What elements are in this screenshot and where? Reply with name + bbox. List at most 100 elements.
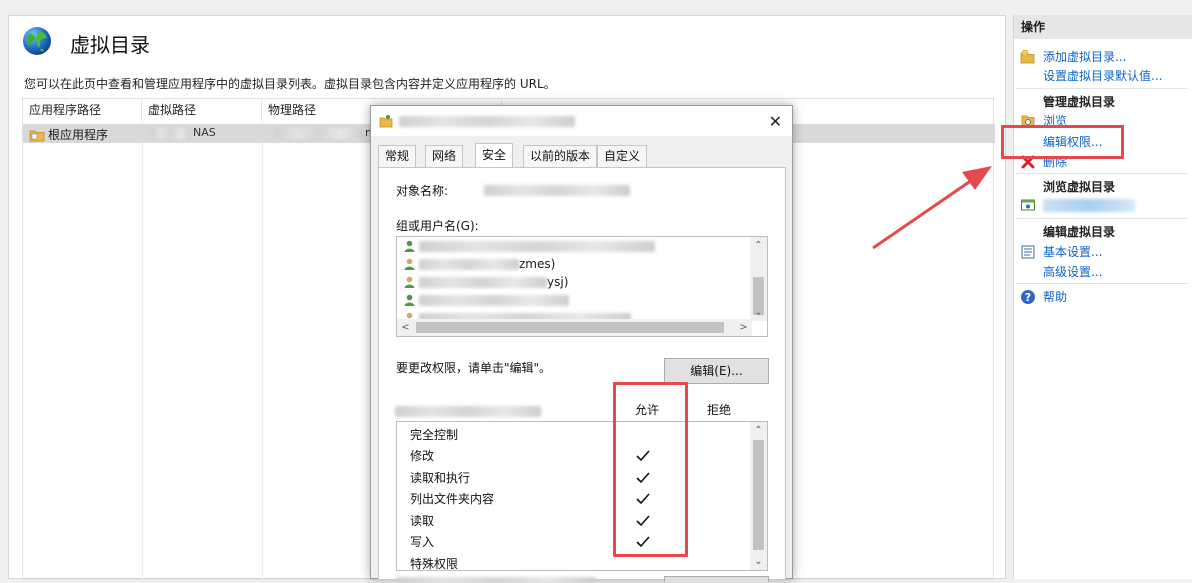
user-list-hscrollbar[interactable]: < > [397,319,752,336]
check-icon [636,450,650,462]
settings-icon [1020,244,1036,260]
section-divider [1016,173,1188,174]
browse-link[interactable]: 浏览 [1043,112,1067,129]
list-item[interactable]: ysj) [404,275,568,289]
page-description: 您可以在此页中查看和管理应用程序中的虚拟目录列表。虚拟目录包含内容并定义应用程序… [24,77,556,91]
chevron-right-icon[interactable]: > [735,319,752,336]
list-item[interactable] [404,293,569,307]
browse-vdir-icon [1020,197,1036,213]
folder-user-icon [379,115,393,128]
advanced-settings-action[interactable]: 高级设置... [1043,263,1102,280]
user-name: zmes) [519,257,556,271]
browse-vdir-action[interactable] [1020,197,1135,213]
tab-network[interactable]: 网络 [425,145,464,167]
user-icon [404,276,415,288]
delete-icon [1020,154,1036,170]
user-icon [404,240,415,252]
delete-action[interactable]: 删除 [1020,153,1067,170]
tab-general[interactable]: 常规 [378,145,417,167]
allow-column-header: 允许 [635,403,660,417]
redacted-user [419,258,519,270]
column-header-app-path[interactable]: 应用程序路径 [23,99,142,121]
check-icon [636,536,650,548]
app-path-text: 根应用程序 [48,128,109,142]
user-list-vscrollbar[interactable]: ⌃ ⌄ [750,237,767,321]
section-manage-virtual-directory: 管理虚拟目录 [1043,95,1116,109]
permission-special: 特殊权限 [410,557,459,571]
actions-header: 操作 [1014,15,1192,39]
check-icon [636,472,650,484]
section-divider [1016,218,1188,219]
redacted-link[interactable] [1043,198,1135,212]
check-icon [636,493,650,505]
set-defaults-link[interactable]: 设置虚拟目录默认值... [1043,67,1162,84]
chevron-down-icon[interactable]: ⌄ [750,304,767,321]
tab-custom[interactable]: 自定义 [597,145,648,167]
basic-settings-action[interactable]: 基本设置... [1020,243,1102,260]
column-header-virtual-path[interactable]: 虚拟路径 [142,99,262,121]
chevron-up-icon[interactable]: ⌃ [750,422,767,439]
redacted-user [419,294,569,306]
section-edit-virtual-directory: 编辑虚拟目录 [1043,225,1116,239]
actions-pane: 操作 添加虚拟目录... 设置虚拟目录默认值... 管理虚拟目录 浏览 编辑权限… [1013,15,1192,579]
user-name: ysj) [547,275,569,289]
close-icon[interactable]: ✕ [769,112,782,131]
properties-dialog: ✕ 常规 网络 安全 以前的版本 自定义 对象名称: 组或用户名(G): zme… [370,105,793,583]
redacted-text [151,128,191,139]
security-tab-page: 对象名称: 组或用户名(G): zmes) ysj) ⌃ ⌄ < > 要更改权限… [378,167,786,583]
edit-permissions-action[interactable]: 编辑权限... [1043,133,1102,150]
list-item[interactable]: zmes) [404,257,555,271]
app-path-cell: 根应用程序 [29,126,108,143]
add-virtual-directory-action[interactable]: 添加虚拟目录... [1020,48,1126,65]
permission-full-control: 完全控制 [410,428,459,442]
folder-app-icon [29,130,45,141]
redacted-permission-header [395,406,541,417]
help-icon: ? [1020,289,1036,305]
list-item[interactable] [404,239,655,253]
edit-button[interactable]: 编辑(E)... [664,358,769,384]
scroll-thumb[interactable] [416,322,724,333]
permission-modify: 修改 [410,449,435,463]
permission-list-vscrollbar[interactable]: ⌃ ⌄ [750,422,767,570]
help-link[interactable]: 帮助 [1043,288,1067,305]
chevron-up-icon[interactable]: ⌃ [750,237,767,254]
chevron-down-icon[interactable]: ⌄ [750,553,767,570]
group-user-label: 组或用户名(G): [396,219,479,233]
basic-settings-link[interactable]: 基本设置... [1043,243,1102,260]
edit-permissions-link[interactable]: 编辑权限... [1043,133,1102,150]
section-browse-virtual-directory: 浏览虚拟目录 [1043,180,1116,194]
dialog-titlebar[interactable]: ✕ [371,106,792,136]
redacted-dialog-title [399,116,575,127]
help-action[interactable]: ? 帮助 [1020,288,1067,305]
redacted-text [275,128,363,139]
advanced-button[interactable] [664,576,769,582]
column-divider [262,121,263,581]
redacted-user [419,276,547,288]
chevron-left-icon[interactable]: < [397,319,414,336]
advanced-settings-link[interactable]: 高级设置... [1043,263,1102,280]
add-virtual-directory-link[interactable]: 添加虚拟目录... [1043,48,1126,65]
section-divider [1016,283,1188,284]
page-title: 虚拟目录 [70,33,150,57]
check-icon [636,515,650,527]
delete-link[interactable]: 删除 [1043,153,1067,170]
user-icon [404,294,415,306]
set-defaults-action[interactable]: 设置虚拟目录默认值... [1043,67,1162,84]
virtual-path-suffix: NAS [193,126,216,139]
permission-list-folder: 列出文件夹内容 [410,492,495,506]
redacted-user [419,240,655,252]
tab-security[interactable]: 安全 [475,143,514,168]
browse-icon [1020,113,1036,129]
add-folder-icon [1020,49,1036,65]
column-divider [142,121,143,581]
object-name-label: 对象名称: [396,184,449,198]
group-user-list[interactable]: zmes) ysj) ⌃ ⌄ < > [396,236,768,337]
permission-read: 读取 [410,514,435,528]
tab-previous-versions[interactable]: 以前的版本 [523,145,598,167]
change-permissions-hint: 要更改权限，请单击"编辑"。 [396,361,552,375]
redacted-object-name [484,185,630,196]
deny-column-header: 拒绝 [707,403,732,417]
scroll-thumb[interactable] [753,440,764,550]
browse-action[interactable]: 浏览 [1020,112,1067,129]
section-divider [1016,88,1188,89]
